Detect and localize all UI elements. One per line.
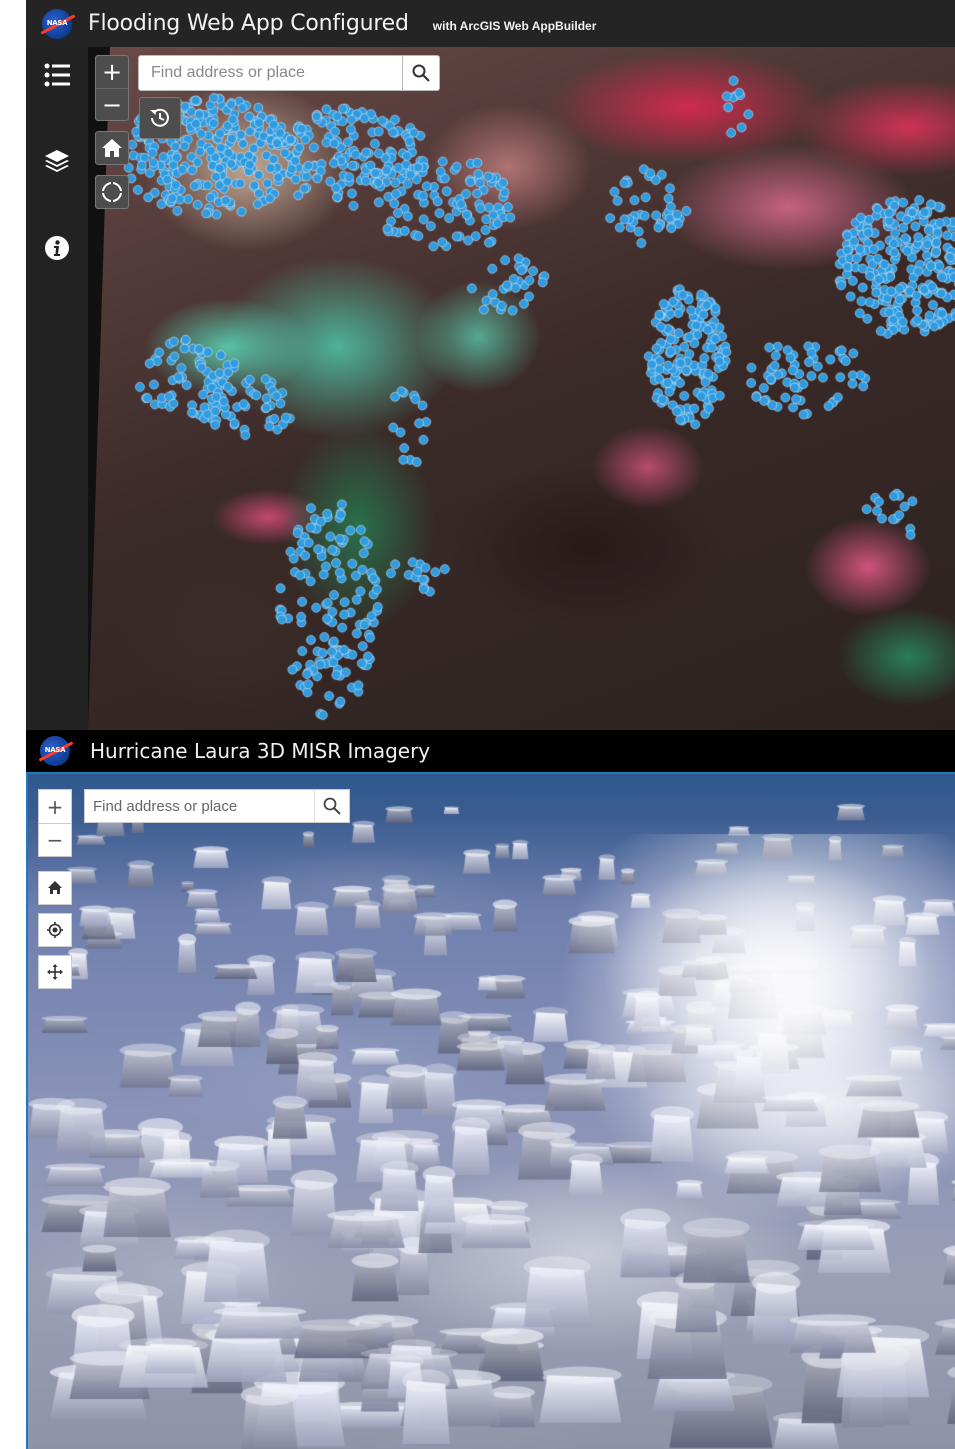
- zoom-control: + −: [95, 55, 129, 121]
- app-subtitle: with ArcGIS Web AppBuilder: [432, 18, 597, 33]
- history-icon: [150, 108, 169, 127]
- locate-icon: [101, 181, 123, 203]
- legend-button[interactable]: [26, 55, 88, 95]
- search-icon: [323, 797, 341, 815]
- app-title: Flooding Web App Configured: [88, 11, 409, 36]
- locate-icon: [47, 922, 63, 938]
- home-button[interactable]: [95, 131, 129, 165]
- app-title: Hurricane Laura 3D MISR Imagery: [90, 739, 431, 763]
- nasa-logo: NASA: [42, 8, 72, 39]
- search-icon: [412, 64, 430, 82]
- time-slider-button[interactable]: [139, 97, 181, 139]
- search-widget: [84, 789, 350, 823]
- flood-points-layer: [88, 47, 955, 730]
- pan-icon: [47, 964, 63, 980]
- search-button[interactable]: [402, 56, 439, 90]
- navigation-toggle-button[interactable]: [38, 955, 72, 989]
- search-widget: [138, 55, 440, 91]
- search-input[interactable]: [139, 56, 402, 90]
- home-icon: [48, 881, 62, 894]
- zoom-in-button[interactable]: +: [38, 789, 72, 823]
- misr-cloud-terrain: [28, 774, 955, 1449]
- hurricane-laura-app: NASA Hurricane Laura 3D MISR Imagery + −: [26, 730, 955, 1449]
- search-input[interactable]: [85, 790, 314, 822]
- zoom-in-button[interactable]: +: [96, 56, 128, 88]
- app-header: NASA Hurricane Laura 3D MISR Imagery: [26, 730, 955, 774]
- scene-view[interactable]: + −: [26, 774, 955, 1449]
- nasa-logo: NASA: [40, 736, 70, 766]
- search-button[interactable]: [314, 790, 349, 822]
- zoom-out-button[interactable]: −: [96, 88, 128, 121]
- list-icon: [44, 63, 70, 87]
- home-button[interactable]: [38, 871, 72, 905]
- locate-button[interactable]: [95, 175, 129, 209]
- info-icon: [45, 236, 69, 260]
- sidebar: [26, 47, 88, 730]
- locate-button[interactable]: [38, 913, 72, 947]
- zoom-out-button[interactable]: −: [38, 823, 72, 857]
- home-icon: [102, 139, 122, 157]
- map-view[interactable]: + −: [88, 47, 955, 730]
- layers-button[interactable]: [26, 141, 88, 181]
- app-header: NASA Flooding Web App Configured with Ar…: [26, 0, 955, 47]
- about-button[interactable]: [26, 228, 88, 268]
- flooding-web-app: NASA Flooding Web App Configured with Ar…: [26, 0, 955, 730]
- layers-icon: [45, 150, 69, 172]
